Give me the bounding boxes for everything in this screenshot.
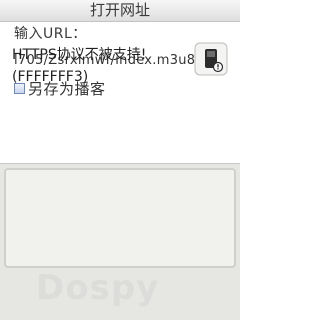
error-message: HTTPS协议不被支持! (FFFFFFF3) [12, 47, 147, 85]
watermark-logo: Dospy [36, 268, 160, 308]
phone-warning-icon [194, 42, 228, 76]
url-label: 输入URL： [14, 26, 87, 42]
title-bar: 打开网址 [0, 0, 240, 22]
page-title: 打开网址 [89, 1, 150, 19]
error-dialog-panel[interactable] [4, 168, 236, 268]
